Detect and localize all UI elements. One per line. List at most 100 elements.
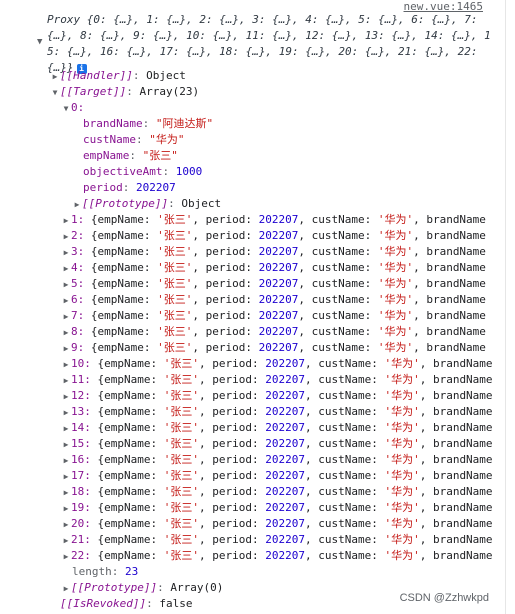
expand-arrow-right-icon[interactable]: ▶	[61, 581, 71, 596]
array-item-row[interactable]: ▶ 12: {empName: '张三', period: 202207, cus…	[0, 388, 505, 404]
array-item-row[interactable]: ▶ 9: {empName: '张三', period: 202207, cust…	[0, 340, 505, 356]
array-item-index: 2:	[71, 229, 85, 242]
expand-arrow-right-icon[interactable]: ▶	[61, 533, 71, 548]
preview-period-key: , period:	[192, 309, 259, 322]
array-item-index: 17:	[71, 469, 91, 482]
array-prototype-value: Array(0)	[170, 581, 224, 594]
expand-arrow-right-icon[interactable]: ▶	[61, 341, 71, 356]
preview-period-value: 202207	[258, 309, 299, 322]
preview-period-value: 202207	[265, 549, 305, 562]
preview-period-key: , period:	[192, 229, 259, 242]
preview-empname-key: {empName:	[90, 325, 158, 338]
array-item-row[interactable]: ▶ 15: {empName: '张三', period: 202207, cus…	[0, 436, 505, 452]
preview-period-value: 202207	[265, 485, 305, 498]
expand-arrow-right-icon[interactable]: ▶	[61, 357, 71, 372]
array-item-row[interactable]: ▶ 22: {empName: '张三', period: 202207, cus…	[0, 548, 505, 564]
preview-custname-key: , custName:	[304, 357, 385, 370]
preview-custname-key: , custName:	[304, 533, 385, 546]
item-0-prototype-row[interactable]: ▶ [[Prototype]]: Object	[0, 196, 505, 212]
array-item-row[interactable]: ▶ 18: {empName: '张三', period: 202207, cus…	[0, 484, 505, 500]
expand-arrow-right-icon[interactable]: ▶	[61, 453, 71, 468]
proxy-summary-text: Proxy {0: {…}, 1: {…}, 2: {…}, 3: {…}, 4…	[47, 13, 491, 74]
expand-arrow-right-icon[interactable]: ▶	[61, 549, 71, 564]
preview-empname-value: '张三'	[163, 469, 199, 482]
expand-arrow-right-icon[interactable]: ▶	[61, 245, 71, 260]
expand-arrow-down-icon[interactable]: ▼	[61, 101, 71, 116]
array-item-row[interactable]: ▶ 3: {empName: '张三', period: 202207, cust…	[0, 244, 505, 260]
expand-arrow-right-icon[interactable]: ▶	[61, 229, 71, 244]
expand-arrow-down-icon[interactable]: ▼	[37, 36, 42, 48]
preview-period-value: 202207	[258, 293, 299, 306]
item-0-row[interactable]: ▼ 0:	[0, 100, 505, 116]
preview-empname-key: {empName:	[90, 341, 158, 354]
expand-arrow-right-icon[interactable]: ▶	[61, 389, 71, 404]
array-item-row[interactable]: ▶ 16: {empName: '张三', period: 202207, cus…	[0, 452, 505, 468]
watermark: CSDN @Zzhwkpd	[399, 592, 489, 604]
array-item-row[interactable]: ▶ 13: {empName: '张三', period: 202207, cus…	[0, 404, 505, 420]
preview-period-value: 202207	[265, 437, 305, 450]
expand-arrow-right-icon[interactable]: ▶	[61, 517, 71, 532]
preview-brandname-key: , brandName	[413, 277, 486, 290]
array-item-row[interactable]: ▶ 14: {empName: '张三', period: 202207, cus…	[0, 420, 505, 436]
array-item-row[interactable]: ▶ 5: {empName: '张三', period: 202207, cust…	[0, 276, 505, 292]
item-0-field-row: brandName: "阿迪达斯"	[83, 117, 214, 130]
array-item-row[interactable]: ▶ 19: {empName: '张三', period: 202207, cus…	[0, 500, 505, 516]
preview-period-value: 202207	[258, 277, 299, 290]
array-item-row[interactable]: ▶ 4: {empName: '张三', period: 202207, cust…	[0, 260, 505, 276]
expand-arrow-down-icon[interactable]: ▼	[50, 85, 60, 100]
array-item-row[interactable]: ▶ 1: {empName: '张三', period: 202207, cust…	[0, 212, 505, 228]
expand-arrow-right-icon[interactable]: ▶	[61, 421, 71, 436]
array-item-row[interactable]: ▶ 10: {empName: '张三', period: 202207, cus…	[0, 356, 505, 372]
expand-arrow-right-icon[interactable]: ▶	[61, 405, 71, 420]
target-row[interactable]: ▼ [[Target]]: Array(23)	[0, 84, 505, 100]
expand-arrow-right-icon[interactable]: ▶	[50, 69, 60, 84]
array-prototype-key: [[Prototype]]	[71, 581, 158, 594]
array-item-row[interactable]: ▶ 17: {empName: '张三', period: 202207, cus…	[0, 468, 505, 484]
array-item-row[interactable]: ▶ 11: {empName: '张三', period: 202207, cus…	[0, 372, 505, 388]
expand-arrow-right-icon[interactable]: ▶	[61, 309, 71, 324]
preview-custname-key: , custName:	[298, 213, 378, 226]
array-item-row[interactable]: ▶ 20: {empName: '张三', period: 202207, cus…	[0, 516, 505, 532]
proxy-summary[interactable]: Proxy {0: {…}, 1: {…}, 2: {…}, 3: {…}, 4…	[47, 12, 499, 76]
field-value: "张三"	[142, 149, 178, 162]
preview-empname-key: {empName:	[90, 213, 158, 226]
expand-arrow-right-icon[interactable]: ▶	[61, 485, 71, 500]
expand-arrow-right-icon[interactable]: ▶	[61, 501, 71, 516]
preview-brandname-key: , brandName	[419, 421, 493, 434]
handler-row[interactable]: ▶ [[Handler]]: Object	[0, 68, 505, 84]
expand-arrow-right-icon[interactable]: ▶	[61, 469, 71, 484]
prototype-key: [[Prototype]]	[82, 197, 169, 210]
expand-arrow-right-icon[interactable]: ▶	[61, 277, 71, 292]
expand-arrow-right-icon[interactable]: ▶	[72, 197, 82, 212]
expand-arrow-right-icon[interactable]: ▶	[61, 261, 71, 276]
preview-custname-key: , custName:	[298, 261, 378, 274]
array-item-row[interactable]: ▶ 2: {empName: '张三', period: 202207, cust…	[0, 228, 505, 244]
array-item-row[interactable]: ▶ 8: {empName: '张三', period: 202207, cust…	[0, 324, 505, 340]
preview-period-key: , period:	[198, 485, 266, 498]
preview-custname-key: , custName:	[304, 453, 385, 466]
scrollbar-track[interactable]	[505, 0, 506, 614]
expand-arrow-right-icon[interactable]: ▶	[61, 373, 71, 388]
array-item-row[interactable]: ▶ 6: {empName: '张三', period: 202207, cust…	[0, 292, 505, 308]
preview-period-value: 202207	[265, 453, 305, 466]
array-item-row[interactable]: ▶ 7: {empName: '张三', period: 202207, cust…	[0, 308, 505, 324]
preview-period-value: 202207	[258, 229, 299, 242]
array-item-row[interactable]: ▶ 21: {empName: '张三', period: 202207, cus…	[0, 532, 505, 548]
preview-period-value: 202207	[258, 341, 299, 354]
preview-custname-value: '华为'	[377, 341, 414, 354]
expand-arrow-right-icon[interactable]: ▶	[61, 213, 71, 228]
array-item-index: 9:	[71, 341, 85, 354]
expand-arrow-right-icon[interactable]: ▶	[61, 325, 71, 340]
preview-custname-value: '华为'	[384, 357, 420, 370]
array-item-index: 8:	[71, 325, 85, 338]
preview-custname-value: '华为'	[377, 293, 414, 306]
preview-period-value: 202207	[258, 325, 299, 338]
expand-arrow-right-icon[interactable]: ▶	[61, 293, 71, 308]
expand-arrow-right-icon[interactable]: ▶	[61, 437, 71, 452]
preview-empname-key: {empName:	[90, 293, 158, 306]
array-item-index: 21:	[71, 533, 91, 546]
preview-brandname-key: , brandName	[419, 373, 493, 386]
preview-period-value: 202207	[265, 373, 305, 386]
array-item-index: 12:	[71, 389, 91, 402]
preview-period-key: , period:	[198, 405, 266, 418]
